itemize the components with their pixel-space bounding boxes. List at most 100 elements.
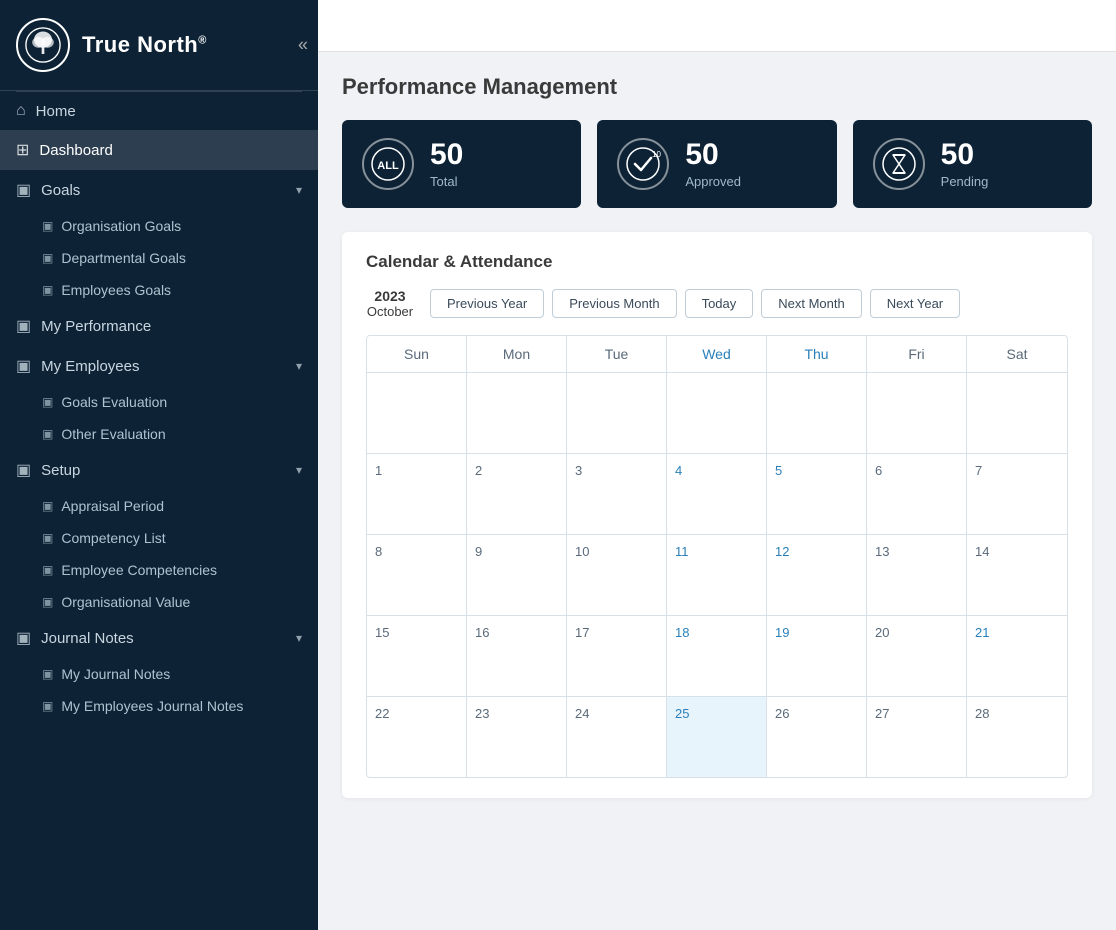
sidebar-item-my-performance[interactable]: ▣ My Performance: [0, 306, 318, 346]
stat-card-approved: 100% 50 Approved: [597, 120, 836, 208]
stat-info-total: 50 Total: [430, 140, 463, 189]
sidebar-item-my-employees[interactable]: ▣ My Employees ▾: [0, 346, 318, 386]
cal-cell-14[interactable]: 14: [967, 535, 1067, 615]
cal-cell-26[interactable]: 26: [767, 697, 867, 777]
calendar-month: October: [367, 304, 413, 319]
my-employees-icon: ▣: [16, 356, 31, 376]
cal-cell-6[interactable]: 6: [867, 454, 967, 534]
cal-cell-20[interactable]: 20: [867, 616, 967, 696]
emp-journal-icon: ▣: [42, 699, 53, 713]
cal-cell-2[interactable]: 2: [467, 454, 567, 534]
sidebar-item-dashboard[interactable]: ⊞ Dashboard: [0, 130, 318, 170]
cal-cell-19[interactable]: 19: [767, 616, 867, 696]
weekday-sat: Sat: [967, 336, 1067, 373]
sidebar-item-emp-comp[interactable]: ▣ Employee Competencies: [0, 554, 318, 586]
sidebar-item-emp-journal-label: My Employees Journal Notes: [61, 698, 243, 714]
cal-cell-empty[interactable]: [567, 373, 667, 453]
sidebar: True North® « ⌂ Home ⊞ Dashboard ▣ Goals…: [0, 0, 318, 930]
goals-arrow-icon: ▾: [296, 183, 302, 197]
cal-cell-24[interactable]: 24: [567, 697, 667, 777]
cal-cell-27[interactable]: 27: [867, 697, 967, 777]
sidebar-item-home[interactable]: ⌂ Home: [0, 92, 318, 130]
emp-comp-icon: ▣: [42, 563, 53, 577]
sidebar-item-goals-eval[interactable]: ▣ Goals Evaluation: [0, 386, 318, 418]
emp-goals-icon: ▣: [42, 283, 53, 297]
cal-cell-5[interactable]: 5: [767, 454, 867, 534]
cal-cell-11[interactable]: 11: [667, 535, 767, 615]
prev-year-button[interactable]: Previous Year: [430, 289, 544, 318]
cal-cell-23[interactable]: 23: [467, 697, 567, 777]
stats-row: ALL 50 Total 100% 50: [342, 120, 1092, 208]
journal-notes-icon: ▣: [16, 628, 31, 648]
cal-cell-9[interactable]: 9: [467, 535, 567, 615]
cal-cell-25[interactable]: 25: [667, 697, 767, 777]
sidebar-item-org-goals[interactable]: ▣ Organisation Goals: [0, 210, 318, 242]
competency-list-icon: ▣: [42, 531, 53, 545]
svg-text:100%: 100%: [652, 150, 661, 159]
goals-icon: ▣: [16, 180, 31, 200]
sidebar-item-journal-notes[interactable]: ▣ Journal Notes ▾: [0, 618, 318, 658]
cal-cell-empty[interactable]: [367, 373, 467, 453]
sidebar-item-appraisal-period[interactable]: ▣ Appraisal Period: [0, 490, 318, 522]
sidebar-item-my-performance-label: My Performance: [41, 318, 151, 335]
calendar-header-row: Sun Mon Tue Wed Thu Fri Sat: [367, 336, 1067, 373]
cal-cell-1[interactable]: 1: [367, 454, 467, 534]
sidebar-item-other-eval[interactable]: ▣ Other Evaluation: [0, 418, 318, 450]
sidebar-item-org-value-label: Organisational Value: [61, 594, 190, 610]
sidebar-item-dept-goals[interactable]: ▣ Departmental Goals: [0, 242, 318, 274]
weekday-thu: Thu: [767, 336, 867, 373]
other-eval-icon: ▣: [42, 427, 53, 441]
weekday-sun: Sun: [367, 336, 467, 373]
cal-cell-28[interactable]: 28: [967, 697, 1067, 777]
today-button[interactable]: Today: [685, 289, 754, 318]
cal-cell-12[interactable]: 12: [767, 535, 867, 615]
cal-cell-8[interactable]: 8: [367, 535, 467, 615]
cal-cell-empty[interactable]: [667, 373, 767, 453]
sidebar-item-goals-eval-label: Goals Evaluation: [61, 394, 167, 410]
stat-label-pending: Pending: [941, 174, 989, 189]
cal-cell-empty[interactable]: [767, 373, 867, 453]
cal-cell-18[interactable]: 18: [667, 616, 767, 696]
cal-cell-4[interactable]: 4: [667, 454, 767, 534]
dept-goals-icon: ▣: [42, 251, 53, 265]
next-month-button[interactable]: Next Month: [761, 289, 861, 318]
brand-name: True North®: [82, 32, 207, 58]
cal-cell-21[interactable]: 21: [967, 616, 1067, 696]
cal-cell-empty[interactable]: [967, 373, 1067, 453]
cal-cell-7[interactable]: 7: [967, 454, 1067, 534]
stat-label-total: Total: [430, 174, 463, 189]
approved-icon: 100%: [625, 146, 661, 182]
sidebar-item-emp-goals[interactable]: ▣ Employees Goals: [0, 274, 318, 306]
sidebar-item-setup[interactable]: ▣ Setup ▾: [0, 450, 318, 490]
cal-cell-17[interactable]: 17: [567, 616, 667, 696]
sidebar-item-my-journal[interactable]: ▣ My Journal Notes: [0, 658, 318, 690]
sidebar-item-competency-list[interactable]: ▣ Competency List: [0, 522, 318, 554]
cal-cell-16[interactable]: 16: [467, 616, 567, 696]
cal-cell-22[interactable]: 22: [367, 697, 467, 777]
org-value-icon: ▣: [42, 595, 53, 609]
pending-icon: [881, 146, 917, 182]
cal-cell-15[interactable]: 15: [367, 616, 467, 696]
stat-info-approved: 50 Approved: [685, 140, 741, 189]
prev-month-button[interactable]: Previous Month: [552, 289, 676, 318]
sidebar-header: True North® «: [0, 0, 318, 91]
sidebar-item-goals-label: Goals: [41, 182, 80, 199]
calendar-year-month: 2023 October: [366, 288, 414, 319]
sidebar-item-emp-comp-label: Employee Competencies: [61, 562, 217, 578]
cal-cell-3[interactable]: 3: [567, 454, 667, 534]
journal-notes-arrow-icon: ▾: [296, 631, 302, 645]
cal-cell-10[interactable]: 10: [567, 535, 667, 615]
sidebar-item-emp-journal[interactable]: ▣ My Employees Journal Notes: [0, 690, 318, 722]
tree-icon: [25, 27, 61, 63]
my-performance-icon: ▣: [16, 316, 31, 336]
sidebar-item-org-value[interactable]: ▣ Organisational Value: [0, 586, 318, 618]
cal-cell-empty[interactable]: [467, 373, 567, 453]
weekday-mon: Mon: [467, 336, 567, 373]
stat-icon-total: ALL: [362, 138, 414, 190]
next-year-button[interactable]: Next Year: [870, 289, 960, 318]
sidebar-item-dept-goals-label: Departmental Goals: [61, 250, 186, 266]
sidebar-item-goals[interactable]: ▣ Goals ▾: [0, 170, 318, 210]
cal-cell-13[interactable]: 13: [867, 535, 967, 615]
cal-cell-empty[interactable]: [867, 373, 967, 453]
collapse-button[interactable]: «: [298, 35, 308, 56]
